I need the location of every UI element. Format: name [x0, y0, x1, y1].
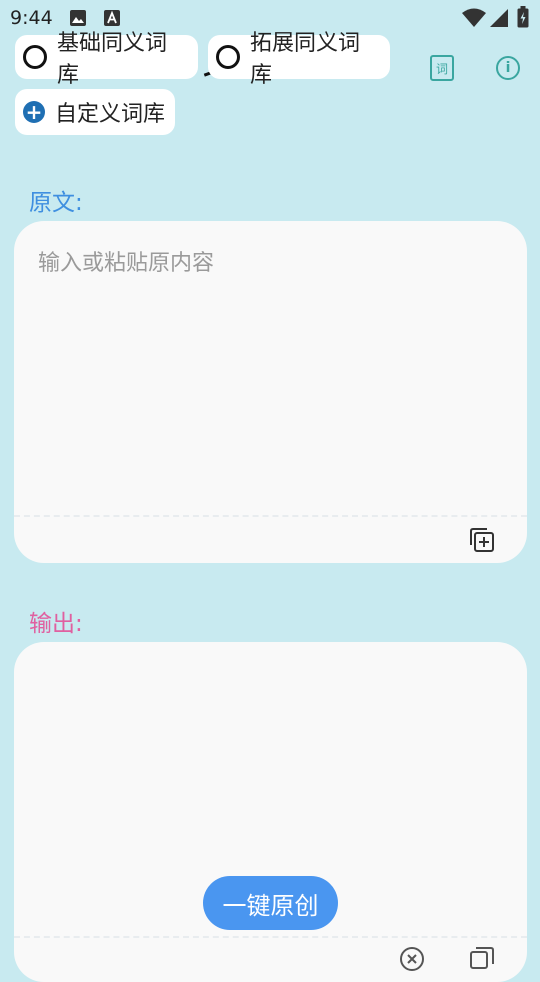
output-text	[38, 666, 498, 906]
source-input[interactable]	[28, 245, 528, 495]
radio-unchecked-icon	[23, 45, 47, 69]
custom-dictionary-button[interactable]: + 自定义词库	[15, 89, 175, 135]
custom-dictionary-label: 自定义词库	[55, 102, 166, 127]
info-icon-button[interactable]: i	[496, 56, 520, 80]
radio-unchecked-icon	[216, 45, 240, 69]
status-time: 9:44	[10, 7, 53, 29]
add-circle-icon: +	[23, 101, 45, 123]
clear-icon[interactable]	[399, 946, 425, 972]
basic-dictionary-option[interactable]: 基础同义词库	[15, 31, 198, 88]
extended-dictionary-option[interactable]: 拓展同义词库	[208, 31, 390, 88]
signal-icon	[490, 9, 508, 27]
copy-icon[interactable]	[469, 946, 495, 972]
divider	[14, 515, 527, 517]
output-panel	[14, 642, 527, 982]
info-icon: i	[505, 60, 511, 76]
one-click-rewrite-button[interactable]: 一键原创	[203, 876, 338, 930]
output-label: 输出:	[29, 611, 83, 637]
divider	[14, 936, 527, 938]
source-label: 原文:	[29, 190, 83, 216]
wifi-icon	[462, 8, 486, 27]
dictionary-icon-button[interactable]: 词	[430, 55, 454, 81]
paste-icon[interactable]	[469, 527, 495, 553]
basic-dictionary-label: 基础同义词库	[57, 31, 168, 88]
dictionary-icon: 词	[435, 62, 448, 76]
extended-dictionary-label: 拓展同义词库	[250, 31, 361, 88]
source-panel	[14, 221, 528, 563]
battery-icon	[517, 6, 529, 28]
